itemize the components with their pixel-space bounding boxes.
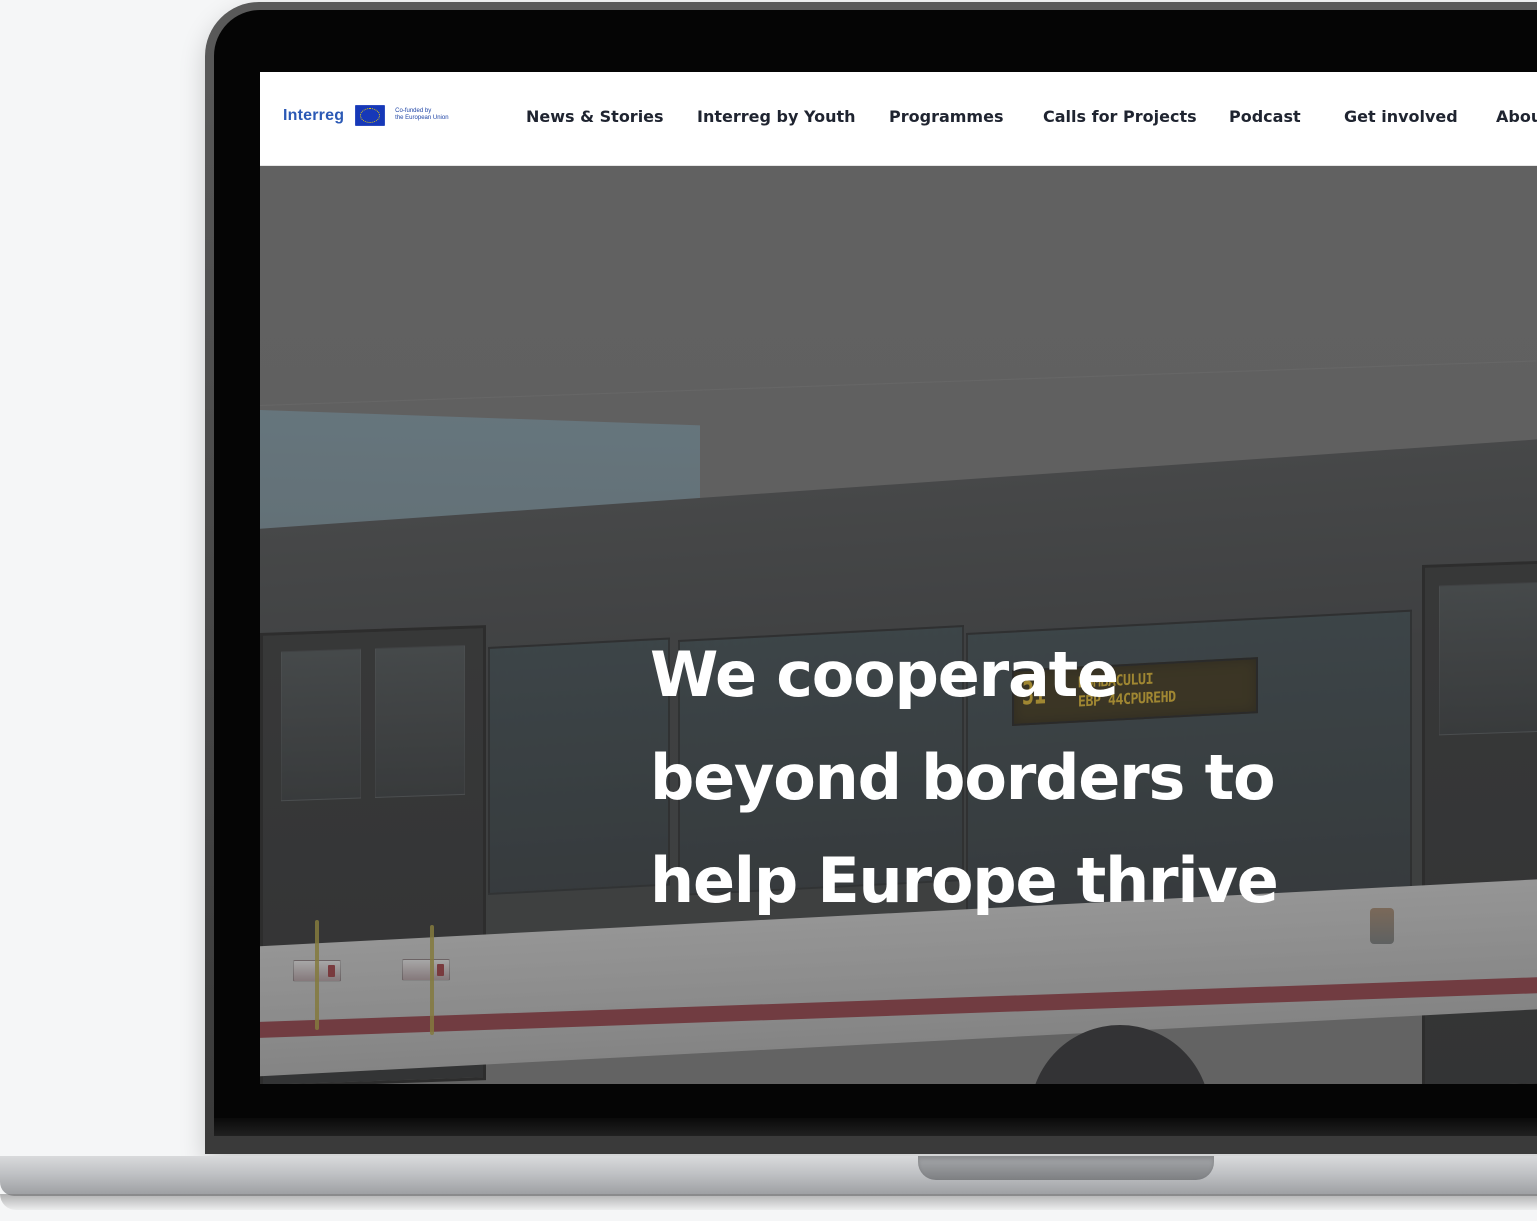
main-navigation: News & Stories Interreg by Youth Program… [260, 72, 1537, 165]
nav-item-programmes[interactable]: Programmes [889, 108, 1003, 126]
site-header: Interreg Co-funded by the European Union… [260, 72, 1537, 166]
nav-item-get-involved[interactable]: Get involved [1344, 108, 1458, 126]
hero-title-line-3: help Europe thrive [650, 844, 1279, 917]
laptop-base-shadow [0, 1194, 1537, 1210]
browser-screen: Interreg Co-funded by the European Union… [260, 72, 1537, 1084]
hero-banner: 31 BUMBACULUI EBP 44CPUREHD We cooperate… [260, 165, 1537, 1084]
laptop-mockup-stage: Interreg Co-funded by the European Union… [0, 0, 1537, 1221]
nav-item-interreg-by-youth[interactable]: Interreg by Youth [697, 108, 856, 126]
hero-title: We cooperate beyond borders to help Euro… [650, 623, 1279, 932]
hero-title-line-1: We cooperate [650, 638, 1119, 711]
nav-item-podcast[interactable]: Podcast [1229, 108, 1301, 126]
laptop-base [0, 1156, 1537, 1196]
laptop-thumb-notch [918, 1156, 1214, 1180]
nav-item-calls-for-projects[interactable]: Calls for Projects [1043, 108, 1197, 126]
nav-item-news-stories[interactable]: News & Stories [526, 108, 664, 126]
laptop-bezel-bottom [214, 1118, 1537, 1136]
nav-item-about[interactable]: About [1496, 108, 1537, 126]
hero-title-line-2: beyond borders to [650, 741, 1276, 814]
